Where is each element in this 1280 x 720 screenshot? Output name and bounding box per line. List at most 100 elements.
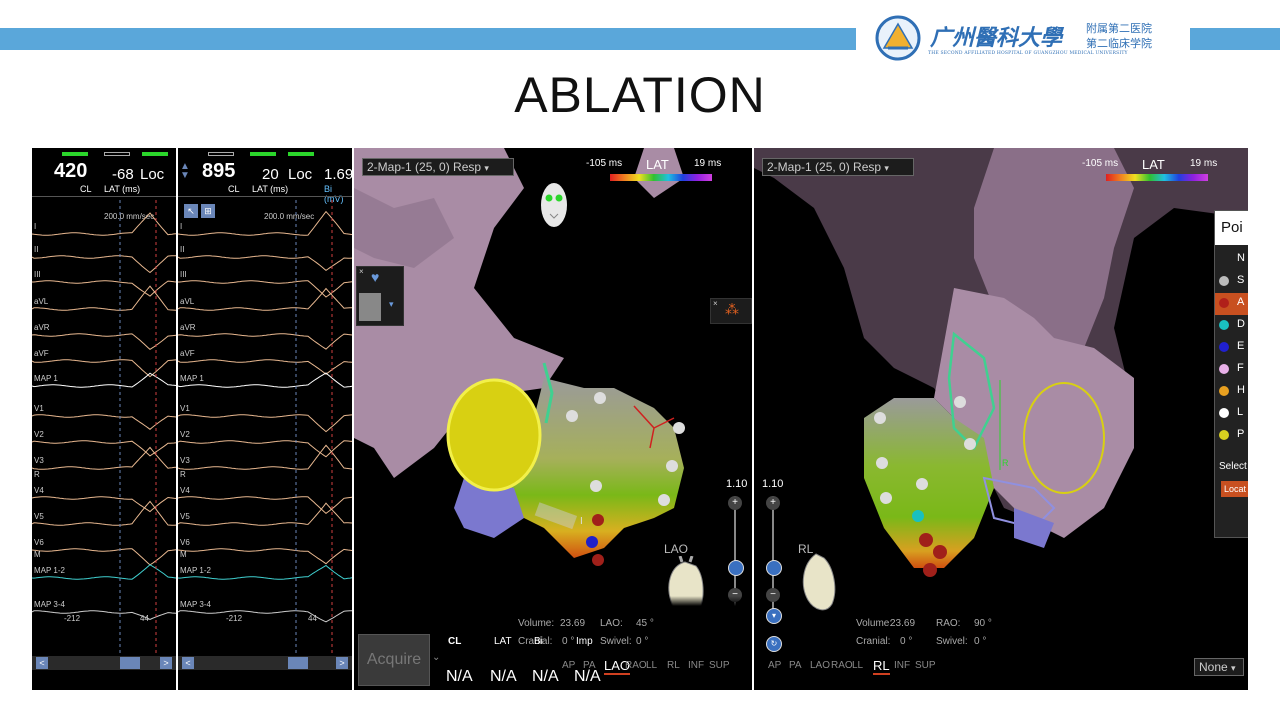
logo-en-sub: THE SECOND AFFILIATED HOSPITAL OF GUANGZ… xyxy=(928,51,1128,56)
ecg-trace xyxy=(178,502,352,526)
scroll-thumb[interactable] xyxy=(120,657,140,669)
lead-label: aVL xyxy=(34,297,49,306)
view-button-sup[interactable]: SUP xyxy=(915,660,936,671)
signal-bar xyxy=(288,152,314,156)
heart-catheter-icon[interactable]: ♥ xyxy=(371,269,379,285)
legend-label: H xyxy=(1237,384,1245,396)
view-button-rao[interactable]: RAO xyxy=(625,660,647,671)
zoom-thumb[interactable] xyxy=(766,560,782,576)
view-button-pa[interactable]: PA xyxy=(789,660,802,671)
close-icon[interactable]: × xyxy=(359,267,364,276)
scroll-left-button[interactable]: < xyxy=(182,657,194,669)
legend-row[interactable]: N xyxy=(1215,249,1248,271)
view-angle: 45 ° xyxy=(636,618,654,629)
ecg-trace xyxy=(178,255,352,272)
view-button-inf[interactable]: INF xyxy=(894,660,910,671)
view-button-sup[interactable]: SUP xyxy=(709,660,730,671)
point-type-dot-icon xyxy=(1219,386,1229,396)
view-button-inf[interactable]: INF xyxy=(688,660,704,671)
swivel-label: Swivel: xyxy=(936,636,968,647)
chevron-down-icon[interactable]: ▾ xyxy=(389,299,394,310)
lead-label: MAP 1-2 xyxy=(180,566,211,575)
lat-label: LAT (ms) xyxy=(252,184,289,194)
footer-right: 44 xyxy=(308,614,317,623)
scroll-thumb[interactable] xyxy=(288,657,308,669)
legend-row[interactable]: L xyxy=(1215,403,1248,425)
view-button-ll[interactable]: LL xyxy=(646,660,657,671)
ecg-panel-right: ▲ ▼ 895 20 Loc 1.69 CL LAT (ms) Bi (mV) ↖… xyxy=(178,148,352,690)
view-button-ap[interactable]: AP xyxy=(562,660,575,671)
view-button-pa[interactable]: PA xyxy=(583,660,596,671)
lead-label: M xyxy=(180,550,187,559)
point-type-dot-icon xyxy=(1219,342,1229,352)
point-type-dot-icon xyxy=(1219,364,1229,374)
map-marker: I xyxy=(580,516,583,527)
view-button-rl[interactable]: RL xyxy=(667,660,680,671)
swivel-label: Swivel: xyxy=(600,636,632,647)
view-button-lao[interactable]: LAO xyxy=(810,660,830,671)
rotate-down-button[interactable]: ▾ xyxy=(766,608,782,624)
scroll-right-button[interactable]: > xyxy=(336,657,348,669)
zoom-minus-button[interactable]: − xyxy=(766,588,780,602)
ecg-trace xyxy=(178,287,352,311)
scroll-right-button[interactable]: > xyxy=(160,657,172,669)
zoom-thumb[interactable] xyxy=(728,560,744,576)
chevron-down-icon[interactable]: ⌄ xyxy=(432,652,440,663)
lat-max: 19 ms xyxy=(694,158,722,169)
zoom-slider[interactable]: + − xyxy=(766,496,782,616)
map-view-left[interactable]: 2-Map-1 (25, 0) Resp ▾ -105 ms LAT 19 ms… xyxy=(354,148,752,690)
points-panel[interactable]: Poi NSADEFHLP Select Locat xyxy=(1214,210,1248,538)
scroll-left-button[interactable]: < xyxy=(36,657,48,669)
imp-col-label: Imp xyxy=(576,636,593,647)
locat-button[interactable]: Locat xyxy=(1221,481,1248,497)
ecg-trace xyxy=(32,500,176,526)
zoom-value: 1.10 xyxy=(726,478,748,490)
sort-arrows-icon[interactable]: ▲ ▼ xyxy=(180,162,190,181)
view-button-ll[interactable]: LL xyxy=(852,660,863,671)
map-select-dropdown[interactable]: 2-Map-1 (25, 0) Resp ▾ xyxy=(762,158,914,176)
legend-row[interactable]: E xyxy=(1215,337,1248,359)
bi-value: 1.69 xyxy=(324,166,352,183)
catheter-thumb[interactable] xyxy=(359,293,381,321)
orientation-head-icon xyxy=(541,183,567,227)
ecg-trace xyxy=(32,414,176,430)
signal-bar xyxy=(250,152,276,156)
map-select-dropdown[interactable]: 2-Map-1 (25, 0) Resp ▾ xyxy=(362,158,514,176)
cl-label: CL xyxy=(80,184,92,194)
lead-label: R xyxy=(180,470,186,479)
ecg-trace xyxy=(32,446,176,470)
lat-na: N/A xyxy=(490,668,517,685)
ecg-trace xyxy=(178,548,352,565)
zoom-plus-button[interactable]: + xyxy=(728,496,742,510)
map-view-right[interactable]: 2-Map-1 (25, 0) Resp ▾ -105 ms LAT 19 ms… xyxy=(754,148,1248,690)
bi-na: N/A xyxy=(532,668,559,685)
none-select[interactable]: None ▾ xyxy=(1194,658,1244,676)
grid-points-icon[interactable]: ⁂ xyxy=(725,301,739,318)
view-button-rao[interactable]: RAO xyxy=(831,660,853,671)
catheter-panel[interactable]: × ♥ ▾ xyxy=(356,266,404,326)
legend-row[interactable]: S xyxy=(1215,271,1248,293)
logo-emblem-icon xyxy=(875,15,921,61)
legend-row[interactable]: P xyxy=(1215,425,1248,447)
ecg-scrollbar-right[interactable]: < > xyxy=(178,656,352,670)
legend-row[interactable]: A xyxy=(1215,293,1248,315)
ecg-scrollbar-left[interactable]: < > xyxy=(32,656,176,670)
reset-view-button[interactable]: ↻ xyxy=(766,636,782,652)
lat-colorbar xyxy=(610,174,712,181)
view-button-rl[interactable]: RL xyxy=(873,658,890,675)
ecg-trace xyxy=(32,548,176,566)
volume-value: 23.69 xyxy=(890,618,916,629)
none-select-label: None xyxy=(1199,660,1228,674)
legend-row[interactable]: D xyxy=(1215,315,1248,337)
cranial-value: 0 ° xyxy=(900,636,913,647)
points-toggle-panel[interactable]: × ⁂ xyxy=(710,298,752,324)
acquire-button[interactable]: Acquire xyxy=(358,634,430,686)
info-footer-right: Volume: 23.69 RAO: 90 ° Cranial: 0 ° Swi… xyxy=(834,616,1034,656)
view-button-ap[interactable]: AP xyxy=(768,660,781,671)
legend-row[interactable]: H xyxy=(1215,381,1248,403)
legend-row[interactable]: F xyxy=(1215,359,1248,381)
close-icon[interactable]: × xyxy=(713,299,718,308)
legend-label: A xyxy=(1237,296,1245,308)
heart-orientation-icon xyxy=(802,553,836,611)
zoom-plus-button[interactable]: + xyxy=(766,496,780,510)
